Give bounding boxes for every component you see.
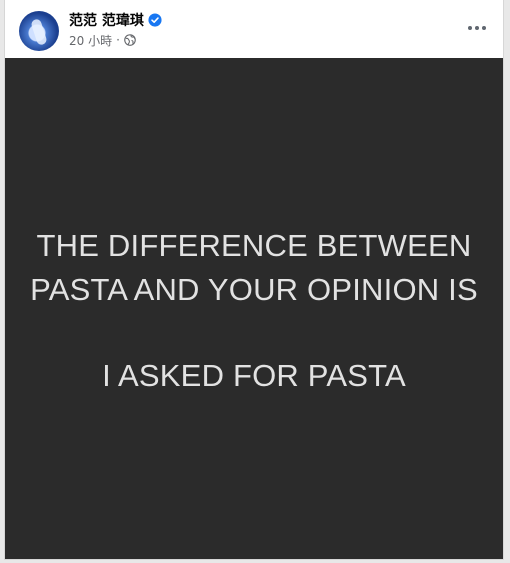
image-text-line-1: THE DIFFERENCE BETWEEN (36, 228, 472, 263)
image-text-line-3: I ASKED FOR PASTA (102, 358, 406, 393)
author-name-row: 范范 范瑋琪 (69, 10, 162, 30)
post-card: 范范 范瑋琪 20 小時 · THE DIFFERENCE BETWEEN PA… (4, 0, 504, 560)
more-options-icon-dot (482, 26, 486, 30)
avatar-figure (30, 18, 48, 46)
post-meta: 20 小時 · (69, 32, 136, 48)
post-timestamp[interactable]: 20 小時 (69, 32, 112, 49)
image-text-line-2: PASTA AND YOUR OPINION IS (30, 272, 478, 307)
more-options-icon-dot (475, 26, 479, 30)
meta-separator: · (116, 33, 120, 47)
author-avatar[interactable] (19, 11, 59, 51)
more-options-button[interactable] (463, 18, 491, 38)
more-options-icon (468, 26, 472, 30)
globe-icon[interactable] (124, 34, 136, 46)
verified-badge-icon (148, 13, 162, 27)
post-image[interactable]: THE DIFFERENCE BETWEEN PASTA AND YOUR OP… (5, 58, 503, 559)
author-name[interactable]: 范范 范瑋琪 (69, 10, 144, 30)
post-header: 范范 范瑋琪 20 小時 · (5, 0, 503, 58)
